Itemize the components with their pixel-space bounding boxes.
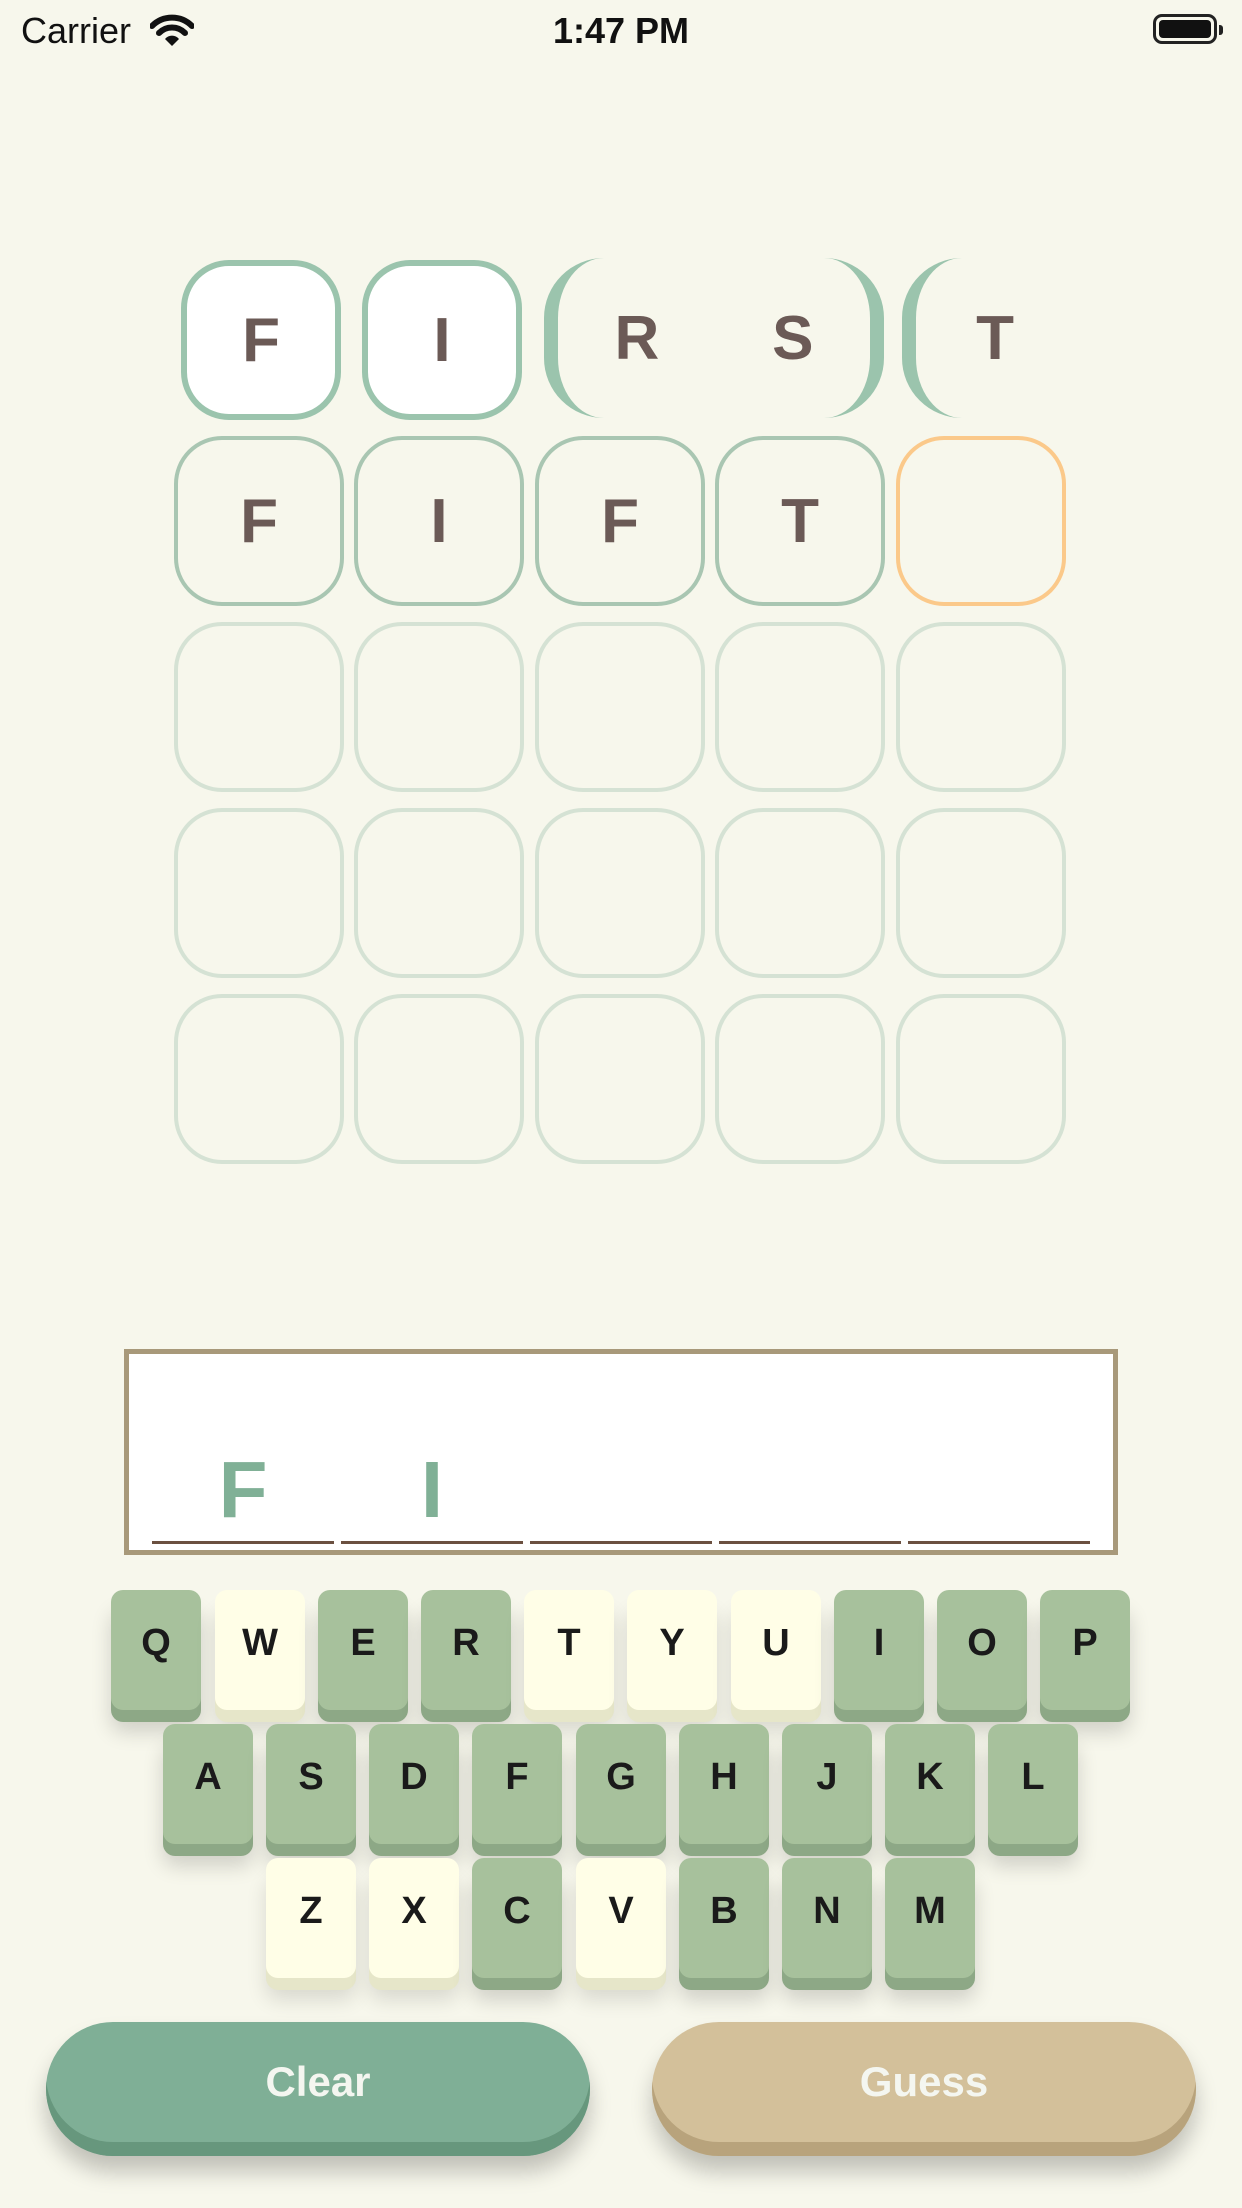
tile-r2-c3: F bbox=[535, 436, 705, 606]
tile-empty bbox=[174, 994, 344, 1164]
tile-empty bbox=[896, 994, 1066, 1164]
tile-empty bbox=[174, 808, 344, 978]
key-a[interactable]: A bbox=[163, 1724, 253, 1844]
key-n[interactable]: N bbox=[782, 1858, 872, 1978]
entry-slot-2: I bbox=[341, 1354, 523, 1544]
key-l[interactable]: L bbox=[988, 1724, 1078, 1844]
key-u[interactable]: U bbox=[731, 1590, 821, 1710]
key-k[interactable]: K bbox=[885, 1724, 975, 1844]
tile-r1-c1: F bbox=[181, 260, 341, 420]
battery-icon bbox=[1153, 14, 1223, 44]
tile-r1-c3: R bbox=[614, 303, 660, 373]
entry-slot-3 bbox=[530, 1354, 712, 1544]
tile-empty bbox=[174, 622, 344, 792]
tile-empty bbox=[715, 994, 885, 1164]
tile-r1-c5-letter: T bbox=[976, 303, 1014, 373]
tile-empty bbox=[354, 808, 524, 978]
key-t[interactable]: T bbox=[524, 1590, 614, 1710]
key-m[interactable]: M bbox=[885, 1858, 975, 1978]
key-r[interactable]: R bbox=[421, 1590, 511, 1710]
tile-empty bbox=[354, 622, 524, 792]
tile-empty bbox=[715, 622, 885, 792]
guess-button[interactable]: Guess bbox=[652, 2022, 1196, 2156]
key-q[interactable]: Q bbox=[111, 1590, 201, 1710]
key-v[interactable]: V bbox=[576, 1858, 666, 1978]
key-c[interactable]: C bbox=[472, 1858, 562, 1978]
entry-slot-4 bbox=[719, 1354, 901, 1544]
tile-empty bbox=[535, 622, 705, 792]
key-o[interactable]: O bbox=[937, 1590, 1027, 1710]
key-f[interactable]: F bbox=[472, 1724, 562, 1844]
key-w[interactable]: W bbox=[215, 1590, 305, 1710]
key-y[interactable]: Y bbox=[627, 1590, 717, 1710]
key-h[interactable]: H bbox=[679, 1724, 769, 1844]
key-z[interactable]: Z bbox=[266, 1858, 356, 1978]
tile-r2-c1: F bbox=[174, 436, 344, 606]
entry-slot-1: F bbox=[152, 1354, 334, 1544]
key-g[interactable]: G bbox=[576, 1724, 666, 1844]
tile-r2-c5-current bbox=[896, 436, 1066, 606]
clear-button[interactable]: Clear bbox=[46, 2022, 590, 2156]
entry-letter-1: F bbox=[218, 1445, 268, 1534]
key-x[interactable]: X bbox=[369, 1858, 459, 1978]
tile-r2-c4: T bbox=[715, 436, 885, 606]
tile-empty bbox=[896, 622, 1066, 792]
entry-letter-2: I bbox=[420, 1445, 444, 1534]
tile-empty bbox=[535, 994, 705, 1164]
guess-entry-box[interactable]: F I bbox=[124, 1349, 1118, 1555]
tile-empty bbox=[896, 808, 1066, 978]
tile-r1-flipping-group: R S bbox=[544, 258, 884, 418]
tile-r1-c4: S bbox=[772, 303, 814, 373]
tile-empty bbox=[715, 808, 885, 978]
key-e[interactable]: E bbox=[318, 1590, 408, 1710]
key-j[interactable]: J bbox=[782, 1724, 872, 1844]
key-d[interactable]: D bbox=[369, 1724, 459, 1844]
tile-r1-c2: I bbox=[362, 260, 522, 420]
clock: 1:47 PM bbox=[552, 10, 690, 51]
tile-r2-c2: I bbox=[354, 436, 524, 606]
key-i[interactable]: I bbox=[834, 1590, 924, 1710]
tile-empty bbox=[354, 994, 524, 1164]
entry-slot-5 bbox=[908, 1354, 1090, 1544]
status-bar: Carrier 1:47 PM bbox=[0, 0, 1242, 62]
key-s[interactable]: S bbox=[266, 1724, 356, 1844]
key-b[interactable]: B bbox=[679, 1858, 769, 1978]
tile-r1-c5: T bbox=[902, 258, 1074, 418]
key-p[interactable]: P bbox=[1040, 1590, 1130, 1710]
tile-empty bbox=[535, 808, 705, 978]
